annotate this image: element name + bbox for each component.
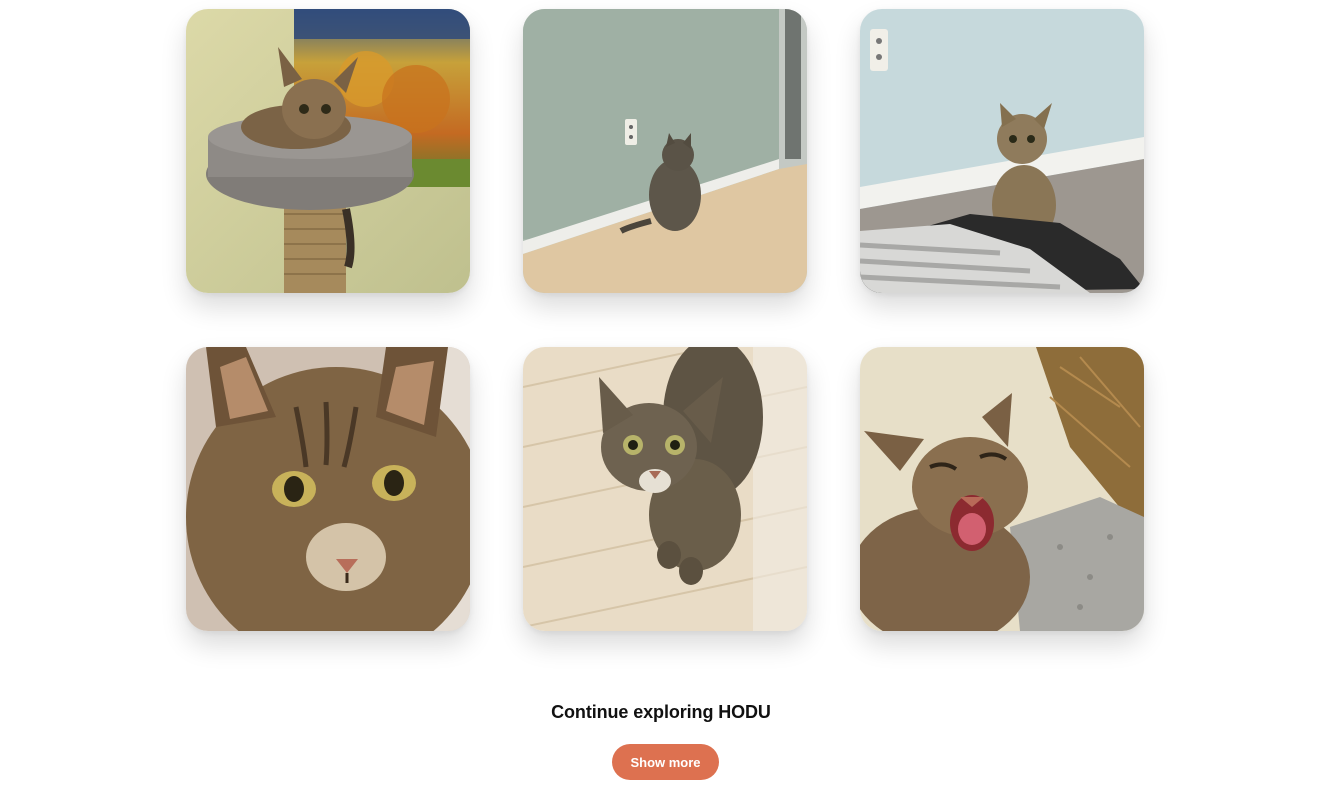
show-more-button[interactable]: Show more <box>612 744 719 780</box>
photo-card-cat-yawning[interactable] <box>860 347 1144 631</box>
photo-card-cat-looking-up-on-floor[interactable] <box>523 347 807 631</box>
continue-exploring-title: Continue exploring HODU <box>551 702 771 722</box>
photo-card-cat-close-up-face[interactable] <box>186 347 470 631</box>
photo-card-cat-sitting-on-floor[interactable] <box>860 9 1144 293</box>
cat-facing-wall-photo <box>523 9 807 293</box>
cat-looking-up-on-floor-photo <box>523 347 807 631</box>
cat-sitting-on-floor-photo <box>860 9 1144 293</box>
cat-close-up-face-photo <box>186 347 470 631</box>
photo-card-cat-facing-wall[interactable] <box>523 9 807 293</box>
cat-on-scratching-post-photo <box>186 9 470 293</box>
photo-gallery <box>186 9 1145 631</box>
cat-yawning-photo <box>860 347 1144 631</box>
photo-card-cat-on-scratching-post[interactable] <box>186 9 470 293</box>
